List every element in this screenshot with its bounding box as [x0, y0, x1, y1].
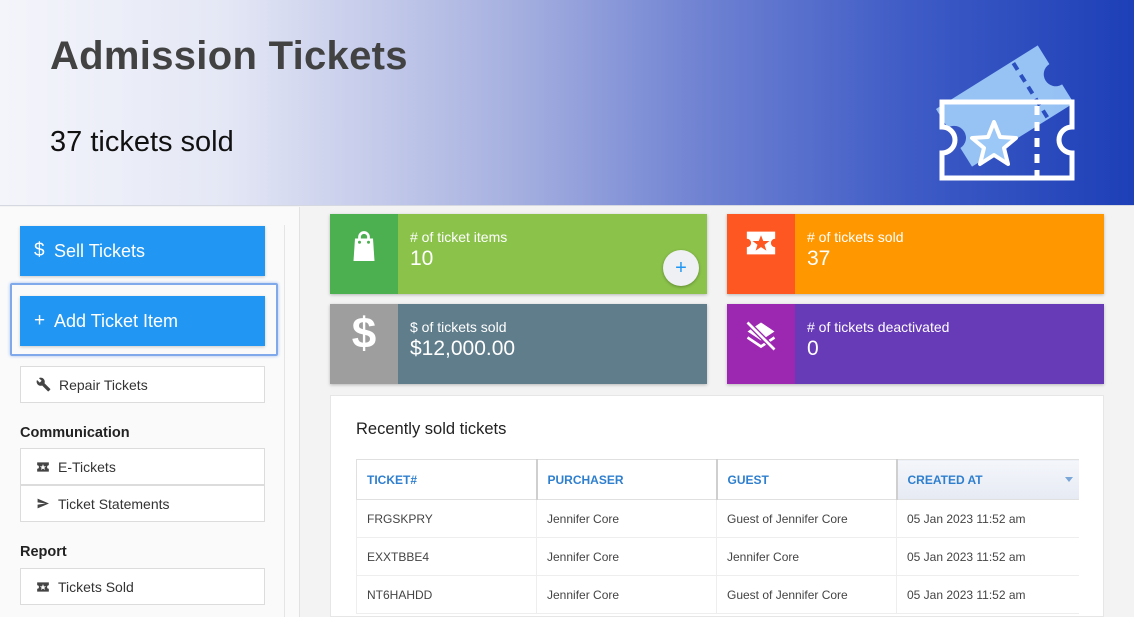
- communication-section-title: Communication: [20, 425, 130, 441]
- sell-tickets-label: Sell Tickets: [54, 240, 146, 261]
- purchaser-cell: Jennifer Core: [536, 575, 717, 614]
- recent-tickets-panel: Recently sold tickets TICKET# PURCHASER …: [330, 395, 1104, 617]
- add-ticket-item-button[interactable]: + Add Ticket Item: [20, 296, 265, 346]
- created-at-cell: 05 Jan 2023 11:52 am: [896, 499, 1079, 538]
- tickets-sold-summary: 37 tickets sold: [50, 126, 234, 158]
- repair-tickets-button[interactable]: Repair Tickets: [20, 366, 265, 403]
- stat-value: $12,000.00: [410, 337, 516, 360]
- column-header-label: TICKET#: [367, 472, 418, 487]
- table-header-row: TICKET# PURCHASER GUEST CREATED AT: [356, 459, 1079, 500]
- ticket-icon: [37, 461, 49, 472]
- page-title: Admission Tickets: [50, 34, 408, 78]
- plus-icon: +: [34, 310, 46, 331]
- stat-body: $ of tickets sold $12,000.00: [398, 304, 707, 384]
- stat-label: # of tickets sold: [807, 229, 904, 245]
- column-header-purchaser[interactable]: PURCHASER: [535, 459, 717, 500]
- guest-cell: Guest of Jennifer Core: [716, 575, 897, 614]
- column-header-label: PURCHASER: [547, 472, 624, 487]
- ticket-star-icon: [746, 231, 776, 255]
- ticket-icon: [37, 581, 49, 592]
- column-header-label: CREATED AT: [907, 472, 983, 487]
- shopping-bag-icon: [353, 231, 375, 261]
- stat-card-tickets-sold: # of tickets sold 37: [727, 214, 1104, 294]
- stat-body: # of tickets deactivated 0: [795, 304, 1104, 384]
- tickets-sold-label: Tickets Sold: [58, 578, 134, 595]
- column-header-label: GUEST: [727, 472, 769, 487]
- stat-label: # of ticket items: [410, 229, 508, 245]
- created-at-cell: 05 Jan 2023 11:52 am: [896, 537, 1079, 576]
- column-header-created-at[interactable]: CREATED AT: [895, 459, 1079, 500]
- e-tickets-label: E-Tickets: [58, 458, 116, 475]
- stat-value: 37: [807, 247, 831, 270]
- guest-cell: Jennifer Core: [716, 537, 897, 576]
- created-at-cell: 05 Jan 2023 11:52 am: [896, 575, 1079, 614]
- recent-tickets-title: Recently sold tickets: [356, 420, 507, 438]
- ticket-cell: NT6HAHDD: [356, 575, 537, 614]
- dollar-icon: $: [351, 309, 377, 358]
- ticket-star-icon: [935, 45, 1075, 181]
- bottom-edge: [0, 617, 1134, 644]
- stat-card-tickets-revenue: $ $ of tickets sold $12,000.00: [330, 304, 707, 384]
- stat-icon-box: [330, 214, 398, 294]
- sell-tickets-button[interactable]: $ Sell Tickets: [20, 226, 265, 276]
- dollar-icon: $: [34, 240, 45, 261]
- stat-card-tickets-deactivated: # of tickets deactivated 0: [727, 304, 1104, 384]
- stat-label: $ of tickets sold: [410, 319, 507, 335]
- sort-desc-icon: [1064, 476, 1073, 482]
- column-header-guest[interactable]: GUEST: [715, 459, 897, 500]
- stat-icon-box: $: [330, 304, 398, 384]
- stat-body: # of ticket items 10 +: [398, 214, 707, 294]
- ticket-cell: EXXTBBE4: [356, 537, 537, 576]
- recent-tickets-table: TICKET# PURCHASER GUEST CREATED AT FRGSK…: [356, 459, 1079, 614]
- stat-value: 0: [807, 337, 819, 360]
- guest-cell: Guest of Jennifer Core: [716, 499, 897, 538]
- ticket-statements-link[interactable]: Ticket Statements: [20, 485, 265, 522]
- sidebar-divider: [284, 225, 285, 617]
- send-icon: [37, 498, 49, 509]
- layers-off-icon: [745, 320, 777, 352]
- purchaser-cell: Jennifer Core: [536, 499, 717, 538]
- table-row[interactable]: EXXTBBE4 Jennifer Core Jennifer Core 05 …: [356, 537, 1079, 576]
- add-ticket-item-label: Add Ticket Item: [54, 310, 179, 331]
- plus-icon: +: [675, 256, 687, 279]
- add-ticket-item-fab[interactable]: +: [663, 250, 699, 286]
- page-banner: Admission Tickets 37 tickets sold: [0, 0, 1134, 206]
- ticket-cell: FRGSKPRY: [356, 499, 537, 538]
- table-row[interactable]: NT6HAHDD Jennifer Core Guest of Jennifer…: [356, 575, 1079, 614]
- wrench-icon: [36, 377, 51, 392]
- stat-label: # of tickets deactivated: [807, 319, 950, 335]
- stat-icon-box: [727, 304, 795, 384]
- report-section-title: Report: [20, 544, 67, 560]
- ticket-statements-label: Ticket Statements: [58, 495, 170, 512]
- column-header-ticket[interactable]: TICKET#: [356, 459, 537, 500]
- stat-body: # of tickets sold 37: [795, 214, 1104, 294]
- repair-tickets-label: Repair Tickets: [59, 376, 148, 393]
- stat-card-ticket-items: # of ticket items 10 +: [330, 214, 707, 294]
- tickets-sold-link[interactable]: Tickets Sold: [20, 568, 265, 605]
- sidebar: $ Sell Tickets + Add Ticket Item Repair …: [0, 207, 300, 617]
- table-row[interactable]: FRGSKPRY Jennifer Core Guest of Jennifer…: [356, 499, 1079, 538]
- stat-icon-box: [727, 214, 795, 294]
- purchaser-cell: Jennifer Core: [536, 537, 717, 576]
- e-tickets-link[interactable]: E-Tickets: [20, 448, 265, 485]
